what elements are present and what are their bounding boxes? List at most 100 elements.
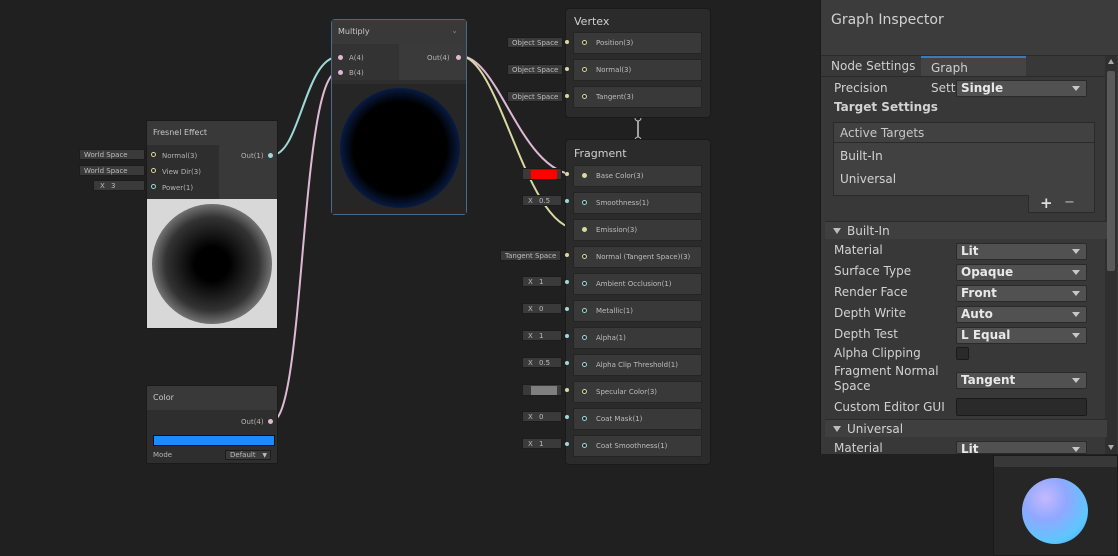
port-icon[interactable] [582, 281, 587, 286]
precision-dropdown[interactable]: Single [956, 80, 1087, 97]
float-x-label: X [528, 305, 533, 313]
inspector-scrollbar[interactable] [1105, 56, 1117, 454]
surface-type-dropdown[interactable]: Opaque [956, 264, 1087, 281]
float-x-label: X [528, 413, 533, 421]
vertex-space-chip[interactable]: Object Space [507, 64, 564, 75]
port-icon[interactable] [582, 227, 587, 232]
alpha-clipping-checkbox[interactable] [956, 347, 969, 360]
float-value: 0.5 [539, 197, 551, 205]
fragment-port-row[interactable]: Specular Color(3) [573, 381, 702, 403]
remove-target-button[interactable]: − [1064, 195, 1075, 210]
port-icon[interactable] [582, 254, 587, 259]
precision-value: Single [961, 81, 1004, 95]
vertex-port-row[interactable]: Tangent(3) [573, 86, 702, 108]
scroll-up-icon[interactable] [1108, 59, 1114, 64]
vertex-port-label: Tangent(3) [596, 93, 634, 101]
input-b-port[interactable] [338, 70, 343, 75]
float-field[interactable]: X1 [522, 276, 562, 287]
port-icon[interactable] [582, 362, 587, 367]
alpha-clipping-label: Alpha Clipping [834, 346, 921, 360]
fresnel-output-port[interactable] [268, 153, 273, 158]
normal-space-chip[interactable]: Tangent Space [500, 250, 562, 261]
fragment-port-row[interactable]: Base Color(3) [573, 165, 702, 187]
fresnel-node-title: Fresnel Effect [147, 121, 277, 145]
fragment-port-label: Smoothness(1) [596, 199, 649, 207]
specular-color-swatch[interactable] [522, 384, 562, 396]
vertex-space-chip[interactable]: Object Space [507, 37, 564, 48]
scroll-thumb[interactable] [1107, 71, 1115, 271]
fresnel-effect-node[interactable]: Fresnel Effect Normal(3) View Dir(3) Pow… [146, 120, 278, 329]
fragment-port-row[interactable]: Coat Smoothness(1) [573, 435, 702, 457]
port-icon[interactable] [582, 40, 587, 45]
port-icon[interactable] [582, 94, 587, 99]
vertex-port-row[interactable]: Position(3) [573, 32, 702, 54]
input-a-port[interactable] [338, 55, 343, 60]
built-in-section-header[interactable]: Built-In [825, 221, 1107, 239]
chevron-down-icon[interactable]: ⌄ [451, 26, 458, 35]
preview-sphere [340, 88, 460, 208]
render-face-dropdown[interactable]: Front [956, 285, 1087, 302]
tab-graph-settings[interactable]: Graph Settings [921, 56, 1026, 95]
fragment-port-row[interactable]: Smoothness(1) [573, 192, 702, 214]
target-item-built-in[interactable]: Built-In [840, 149, 883, 163]
multiply-node[interactable]: Multiply ⌄ A(4) B(4) Out(4) ^ [331, 19, 467, 215]
color-swatch[interactable] [153, 435, 275, 446]
fresnel-preview [147, 199, 277, 328]
power-field[interactable]: X 3 [93, 180, 145, 191]
color-output-port[interactable] [268, 419, 273, 424]
fragment-port-row[interactable]: Emission(3) [573, 219, 702, 241]
fragment-port-row[interactable]: Ambient Occlusion(1) [573, 273, 702, 295]
fresnel-output-label: Out(1) [241, 152, 264, 160]
port-icon[interactable] [582, 389, 587, 394]
port-icon[interactable] [582, 173, 587, 178]
float-field[interactable]: X0 [522, 411, 562, 422]
depth-test-dropdown[interactable]: L Equal [956, 327, 1087, 344]
material-dropdown[interactable]: Lit [956, 243, 1087, 260]
active-targets-list[interactable]: Active Targets Built-In Universal [833, 122, 1095, 196]
universal-section-label: Universal [847, 422, 904, 436]
float-field[interactable]: X1 [522, 330, 562, 341]
float-field[interactable]: X 0.5 [522, 195, 562, 206]
color-node[interactable]: Color Out(4) Mode Default ▼ [146, 385, 278, 464]
normal-port[interactable] [151, 152, 156, 157]
float-field[interactable]: X0 [522, 303, 562, 314]
material-value: Lit [961, 244, 979, 258]
port-icon[interactable] [582, 200, 587, 205]
fragment-port-row[interactable]: Normal (Tangent Space)(3) [573, 246, 702, 268]
vertex-space-chip[interactable]: Object Space [507, 91, 564, 102]
fragment-port-row[interactable]: Alpha(1) [573, 327, 702, 349]
add-target-button[interactable]: + [1040, 194, 1053, 212]
power-value: 3 [111, 182, 116, 190]
base-color-swatch[interactable] [522, 168, 562, 180]
depth-write-dropdown[interactable]: Auto [956, 306, 1087, 323]
fragment-port-row[interactable]: Alpha Clip Threshold(1) [573, 354, 702, 376]
universal-material-dropdown[interactable]: Lit [956, 441, 1087, 454]
view-dir-port[interactable] [151, 168, 156, 173]
port-icon[interactable] [582, 443, 587, 448]
float-field[interactable]: X 0.5 [522, 357, 562, 368]
depth-write-label: Depth Write [834, 306, 907, 320]
graph-inspector[interactable]: Graph Inspector Node Settings Graph Sett… [820, 0, 1118, 455]
main-preview[interactable] [993, 455, 1118, 556]
float-field[interactable]: X1 [522, 438, 562, 449]
port-icon[interactable] [582, 416, 587, 421]
tab-node-settings[interactable]: Node Settings [821, 56, 925, 76]
port-icon[interactable] [582, 308, 587, 313]
view-dir-space-chip[interactable]: World Space [79, 165, 145, 176]
custom-editor-gui-field[interactable] [956, 398, 1087, 416]
port-icon[interactable] [582, 67, 587, 72]
universal-section-header[interactable]: Universal [825, 419, 1107, 437]
output-port[interactable] [456, 55, 461, 60]
mode-dropdown[interactable]: Default ▼ [225, 450, 271, 460]
fragment-port-row[interactable]: Coat Mask(1) [573, 408, 702, 430]
port-icon[interactable] [582, 335, 587, 340]
power-port[interactable] [151, 184, 156, 189]
fragment-normal-space-dropdown[interactable]: Tangent [956, 372, 1087, 389]
fragment-port-label: Coat Mask(1) [596, 415, 643, 423]
target-item-universal[interactable]: Universal [840, 172, 896, 186]
normal-space-chip[interactable]: World Space [79, 149, 145, 160]
view-dir-label: View Dir(3) [162, 168, 201, 176]
vertex-port-row[interactable]: Normal(3) [573, 59, 702, 81]
fragment-port-row[interactable]: Metallic(1) [573, 300, 702, 322]
scroll-down-icon[interactable] [1108, 445, 1114, 450]
